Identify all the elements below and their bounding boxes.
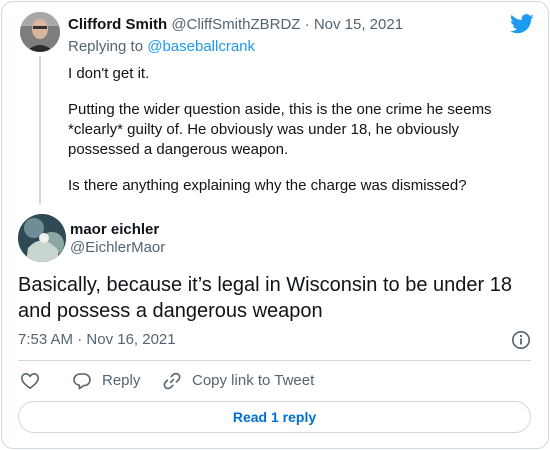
reply-label[interactable]: Reply [102,370,140,392]
tweet-date[interactable]: Nov 16, 2021 [86,331,175,348]
tweet-time[interactable]: 7:53 AM [18,331,73,348]
main-author-name[interactable]: maor eichler [70,221,159,239]
replying-to-line: Replying to @baseballcrank [68,38,255,56]
speech-bubble-icon [73,373,91,390]
main-author-avatar[interactable] [18,214,66,262]
like-button[interactable] [20,370,42,392]
timestamp-separator: · [77,331,83,348]
parent-tweet-text: I don't get it. Putting the wider questi… [68,64,518,196]
thread-connector-line [39,56,41,204]
link-icon [163,372,181,390]
twitter-bird-icon[interactable] [510,14,534,34]
heart-icon [21,373,39,389]
main-tweet-text: Basically, because it’s legal in Wiscons… [18,274,512,322]
parent-tweet-header: Clifford Smith @CliffSmithZBRDZ · Nov 15… [68,16,403,34]
read-replies-button[interactable]: Read 1 reply [18,401,531,433]
action-divider [18,360,531,361]
copy-link-label[interactable]: Copy link to Tweet [192,370,314,392]
header-separator: · [304,16,310,33]
copy-link-button[interactable]: Copy link to Tweet [162,370,322,392]
parent-paragraph: Is there anything explaining why the cha… [68,177,467,194]
parent-paragraph: I don't get it. [68,65,150,82]
parent-author-name[interactable]: Clifford Smith [68,16,167,33]
reply-button[interactable]: Reply [72,370,152,392]
replying-to-mention[interactable]: @baseballcrank [147,38,255,55]
replying-to-prefix: Replying to [68,38,144,55]
info-icon[interactable] [511,330,531,350]
main-tweet-timestamp[interactable]: 7:53 AM · Nov 16, 2021 [18,331,176,349]
parent-tweet-date[interactable]: Nov 15, 2021 [314,16,403,33]
parent-author-avatar[interactable] [20,12,60,52]
parent-author-handle[interactable]: @CliffSmithZBRDZ [171,16,300,33]
main-author-handle[interactable]: @EichlerMaor [70,239,165,257]
parent-paragraph: Putting the wider question aside, this i… [68,101,492,158]
